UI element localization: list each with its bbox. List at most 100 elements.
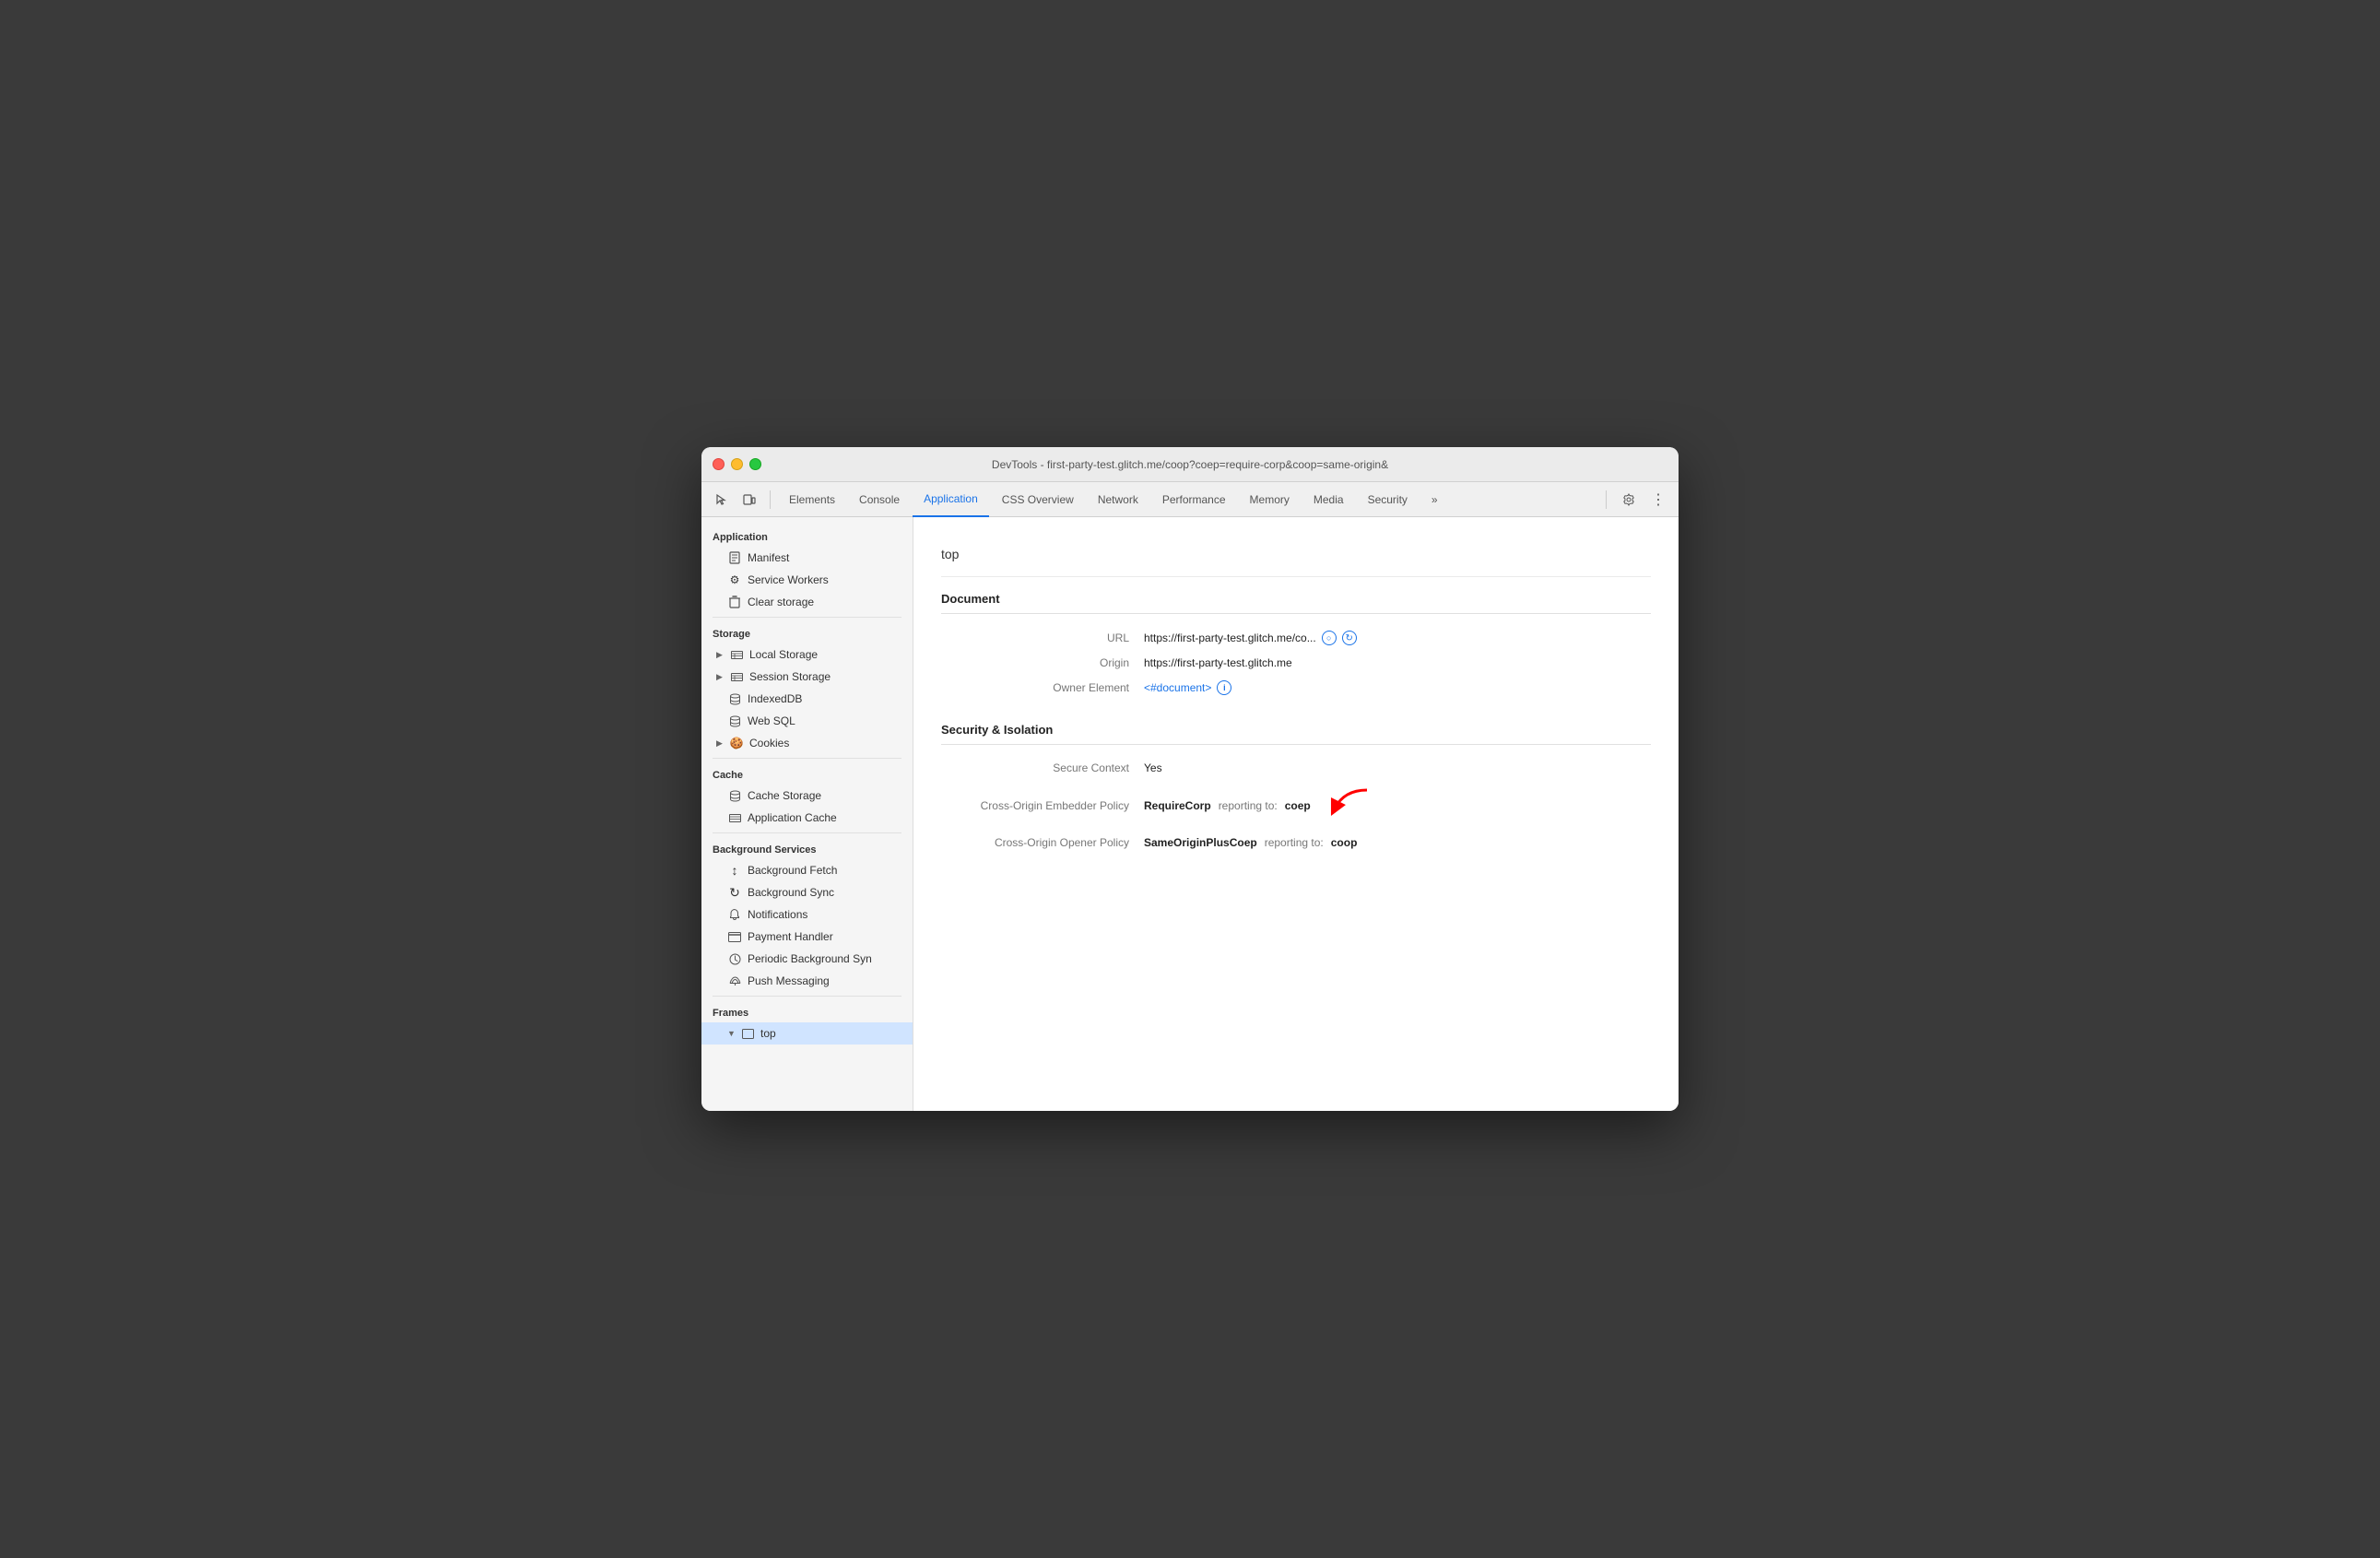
local-storage-icon [729, 647, 744, 662]
tab-css-overview[interactable]: CSS Overview [991, 482, 1085, 517]
url-row: URL https://first-party-test.glitch.me/c… [941, 625, 1651, 651]
cache-storage-icon [727, 788, 742, 803]
secure-context-label: Secure Context [941, 761, 1144, 774]
sidebar-item-payment-handler[interactable]: Payment Handler [701, 926, 913, 948]
application-cache-icon [727, 810, 742, 825]
owner-element-link[interactable]: <#document> [1144, 681, 1211, 694]
sidebar-item-top-frame[interactable]: ▼ top [701, 1022, 913, 1045]
local-storage-label: Local Storage [749, 648, 818, 661]
tab-elements[interactable]: Elements [778, 482, 846, 517]
tab-console[interactable]: Console [848, 482, 911, 517]
coep-row: Cross-Origin Embedder Policy RequireCorp… [941, 780, 1651, 831]
minimize-button[interactable] [731, 458, 743, 470]
application-cache-label: Application Cache [748, 811, 837, 824]
sidebar-item-notifications[interactable]: Notifications [701, 903, 913, 926]
tab-security[interactable]: Security [1357, 482, 1419, 517]
tab-performance[interactable]: Performance [1151, 482, 1237, 517]
sidebar-item-background-fetch[interactable]: ↕ Background Fetch [701, 859, 913, 881]
toolbar-right-divider [1606, 490, 1607, 509]
indexeddb-icon [727, 691, 742, 706]
divider-2 [713, 758, 901, 759]
device-toggle-button[interactable] [736, 487, 762, 513]
document-section: Document URL https://first-party-test.gl… [941, 592, 1651, 701]
coop-policy-value: SameOriginPlusCoep [1144, 836, 1257, 849]
coep-label: Cross-Origin Embedder Policy [941, 799, 1144, 812]
url-text: https://first-party-test.glitch.me/co... [1144, 631, 1316, 644]
content-panel: top Document URL https://first-party-tes… [913, 517, 1679, 1111]
sidebar-scroll-area[interactable]: Application Manifest ⚙ Service Work [701, 525, 913, 1104]
divider-1 [713, 617, 901, 618]
tab-media[interactable]: Media [1302, 482, 1355, 517]
sidebar-item-manifest[interactable]: Manifest [701, 547, 913, 569]
sidebar-item-service-workers[interactable]: ⚙ Service Workers [701, 569, 913, 591]
session-storage-label: Session Storage [749, 670, 831, 683]
sidebar-item-local-storage[interactable]: ▶ Local Storage [701, 643, 913, 666]
secure-context-value: Yes [1144, 761, 1162, 774]
expand-arrow-cookies: ▶ [716, 738, 725, 748]
cookies-label: Cookies [749, 737, 789, 749]
owner-element-value: <#document> i [1144, 680, 1231, 695]
periodic-background-sync-icon [727, 951, 742, 966]
origin-row: Origin https://first-party-test.glitch.m… [941, 651, 1651, 675]
expand-arrow-local-storage: ▶ [716, 650, 725, 659]
session-storage-icon [729, 669, 744, 684]
payment-handler-icon [727, 929, 742, 944]
cursor-icon-button[interactable] [709, 487, 735, 513]
sidebar-section-background-services: Background Services [701, 837, 913, 859]
coep-policy-value: RequireCorp [1144, 799, 1211, 812]
tab-network[interactable]: Network [1087, 482, 1149, 517]
background-sync-label: Background Sync [748, 886, 834, 899]
sidebar: Application Manifest ⚙ Service Work [701, 517, 913, 1111]
settings-button[interactable] [1616, 487, 1642, 513]
sidebar-item-background-sync[interactable]: ↻ Background Sync [701, 881, 913, 903]
sidebar-item-push-messaging[interactable]: Push Messaging [701, 970, 913, 992]
maximize-button[interactable] [749, 458, 761, 470]
sidebar-item-application-cache[interactable]: Application Cache [701, 807, 913, 829]
sidebar-item-indexeddb[interactable]: IndexedDB [701, 688, 913, 710]
sidebar-item-periodic-background-sync[interactable]: Periodic Background Syn [701, 948, 913, 970]
secure-context-row: Secure Context Yes [941, 756, 1651, 780]
service-workers-label: Service Workers [748, 573, 829, 586]
tab-memory[interactable]: Memory [1239, 482, 1301, 517]
owner-element-row: Owner Element <#document> i [941, 675, 1651, 701]
document-section-header: Document [941, 592, 1651, 614]
sidebar-section-frames: Frames [701, 1000, 913, 1022]
sidebar-section-application: Application [701, 525, 913, 547]
sidebar-item-cache-storage[interactable]: Cache Storage [701, 785, 913, 807]
owner-element-label: Owner Element [941, 681, 1144, 694]
sidebar-item-web-sql[interactable]: Web SQL [701, 710, 913, 732]
coop-reporting-text: reporting to: [1265, 836, 1324, 849]
push-messaging-label: Push Messaging [748, 974, 830, 987]
sidebar-section-cache: Cache [701, 762, 913, 785]
titlebar: DevTools - first-party-test.glitch.me/co… [701, 447, 1679, 482]
coep-reporting-value: coep [1285, 799, 1311, 812]
sidebar-item-clear-storage[interactable]: Clear storage [701, 591, 913, 613]
more-options-button[interactable]: ⋮ [1645, 487, 1671, 513]
main-content: Application Manifest ⚙ Service Work [701, 517, 1679, 1111]
notifications-label: Notifications [748, 908, 807, 921]
sidebar-section-storage: Storage [701, 621, 913, 643]
tab-application[interactable]: Application [913, 482, 989, 517]
coop-row: Cross-Origin Opener Policy SameOriginPlu… [941, 831, 1651, 855]
clear-storage-icon [727, 595, 742, 609]
periodic-background-sync-label: Periodic Background Syn [748, 952, 872, 965]
expand-arrow-session-storage: ▶ [716, 672, 725, 681]
manifest-label: Manifest [748, 551, 789, 564]
tab-more[interactable]: » [1420, 482, 1449, 517]
close-button[interactable] [713, 458, 725, 470]
cookies-icon: 🍪 [729, 736, 744, 750]
sidebar-item-session-storage[interactable]: ▶ Session Storage [701, 666, 913, 688]
url-security-icon[interactable]: ○ [1322, 631, 1337, 645]
expand-arrow-top: ▼ [727, 1029, 736, 1038]
window-title: DevTools - first-party-test.glitch.me/co… [992, 458, 1388, 471]
url-value: https://first-party-test.glitch.me/co...… [1144, 631, 1357, 645]
divider-3 [713, 832, 901, 833]
origin-label: Origin [941, 656, 1144, 669]
url-reload-icon[interactable]: ↻ [1342, 631, 1357, 645]
coop-value: SameOriginPlusCoep reporting to: coop [1144, 836, 1357, 849]
payment-handler-label: Payment Handler [748, 930, 833, 943]
sidebar-item-cookies[interactable]: ▶ 🍪 Cookies [701, 732, 913, 754]
top-frame-label: top [760, 1027, 776, 1040]
owner-element-info-icon[interactable]: i [1217, 680, 1231, 695]
coep-reporting-text: reporting to: [1219, 799, 1278, 812]
